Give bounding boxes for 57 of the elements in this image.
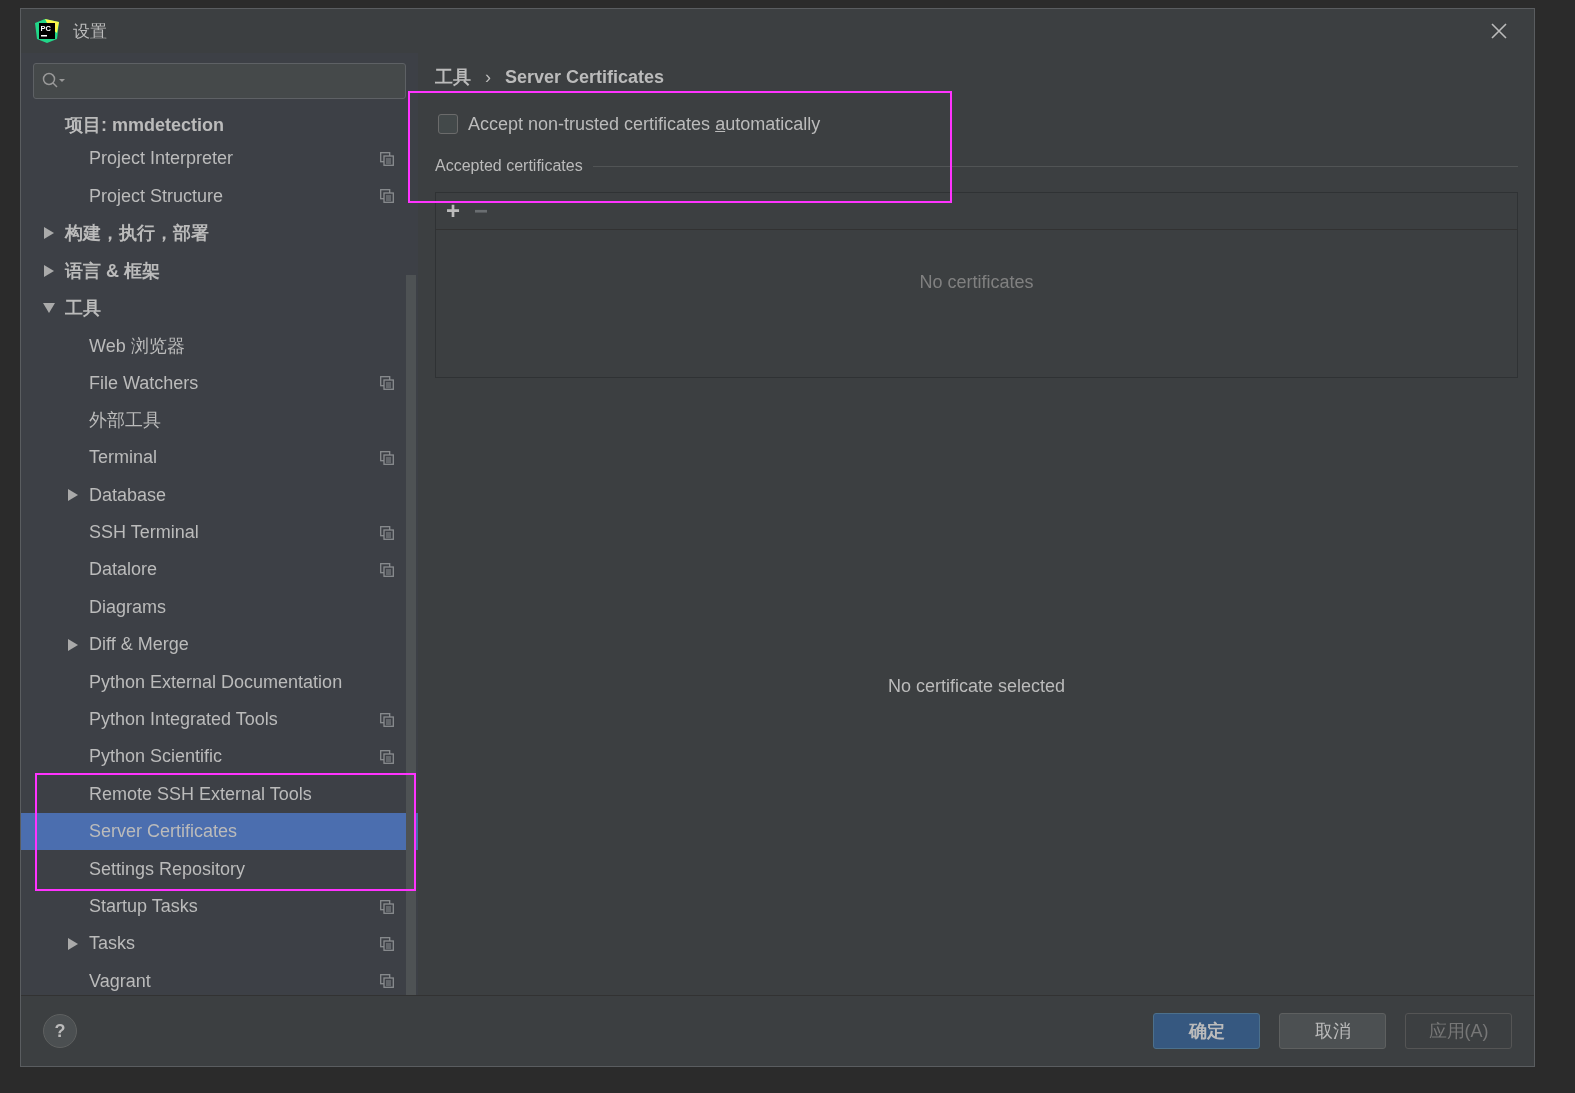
breadcrumb-item: 工具	[435, 66, 471, 89]
copy-icon	[380, 525, 394, 540]
tree-item[interactable]: Diagrams	[21, 588, 406, 627]
tree-item[interactable]: Diff & Merge	[21, 626, 406, 664]
copy-icon	[380, 151, 394, 166]
search-icon	[42, 72, 66, 90]
window-title: 设置	[73, 20, 108, 43]
expand-arrow-icon[interactable]	[43, 227, 55, 240]
empty-message: No certificates	[919, 272, 1034, 294]
scrollbar[interactable]	[406, 275, 416, 995]
checkbox[interactable]	[438, 114, 458, 134]
breadcrumb-separator: ›	[485, 66, 491, 88]
tree-item[interactable]: Terminal	[21, 439, 406, 477]
copy-icon	[380, 712, 394, 727]
tree-item[interactable]: Startup Tasks	[21, 887, 406, 926]
tree-item[interactable]: SSH Terminal	[21, 513, 406, 552]
tree-item[interactable]: 外部工具	[21, 401, 406, 440]
tree-item[interactable]: Tasks	[21, 925, 406, 963]
copy-icon	[380, 974, 394, 989]
tree-item[interactable]: Database	[21, 476, 406, 514]
dialog-button[interactable]: 取消	[1279, 1013, 1386, 1049]
tree-item[interactable]: 构建，执行，部署	[21, 214, 406, 253]
dialog-button[interactable]: 确定	[1153, 1013, 1260, 1049]
expand-arrow-icon[interactable]	[43, 264, 55, 277]
search-field[interactable]	[33, 63, 406, 99]
tree-item[interactable]: Project Structure	[21, 177, 406, 215]
tree-item[interactable]: Python External Documentation	[21, 663, 406, 701]
tree-item[interactable]: Python Integrated Tools	[21, 700, 406, 739]
empty-message: No certificate selected	[887, 676, 1066, 697]
section-title: Accepted certificates	[435, 157, 583, 175]
tree-item[interactable]: Python Scientific	[21, 738, 406, 776]
expand-arrow-icon[interactable]	[67, 937, 79, 950]
tree-item[interactable]: Vagrant	[21, 962, 406, 1000]
toolbar-button[interactable]: +	[446, 197, 460, 225]
tree-item[interactable]: 语言 & 框架	[21, 252, 406, 290]
copy-icon	[380, 376, 394, 391]
tree-item[interactable]: Project Interpreter	[21, 140, 406, 178]
copy-icon	[380, 749, 394, 764]
tree-item[interactable]: Datalore	[21, 551, 406, 589]
breadcrumb-item: Server Certificates	[505, 66, 665, 88]
expand-arrow-icon[interactable]	[67, 489, 79, 502]
expand-arrow-icon[interactable]	[43, 302, 55, 315]
help-button[interactable]: ?	[43, 1014, 77, 1048]
checkbox-label[interactable]: Accept non-trusted certificates automatically	[468, 113, 821, 135]
tree-item[interactable]: Remote SSH External Tools	[21, 775, 406, 814]
copy-icon	[380, 899, 394, 914]
copy-icon	[380, 563, 394, 577]
copy-icon	[380, 450, 394, 465]
copy-icon	[380, 936, 394, 951]
expand-arrow-icon[interactable]	[67, 638, 79, 651]
tree-item[interactable]: Settings Repository	[21, 850, 406, 888]
tree-item[interactable]: 工具	[21, 289, 406, 327]
tree-item[interactable]: 项目: mmdetection	[21, 110, 406, 140]
close-icon[interactable]	[1490, 22, 1508, 40]
tree-item[interactable]: File Watchers	[21, 364, 406, 402]
copy-icon	[380, 189, 394, 204]
tree-item[interactable]: Web 浏览器	[21, 326, 406, 365]
